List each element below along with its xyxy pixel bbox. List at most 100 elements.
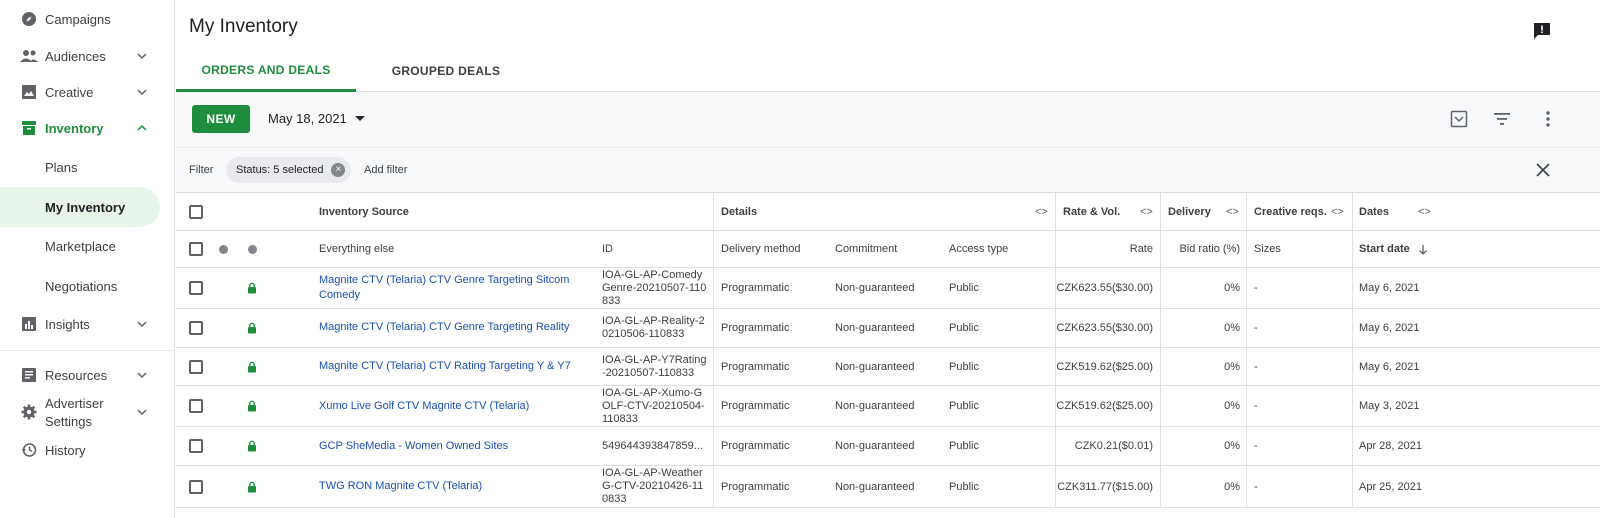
sidebar-item-campaigns[interactable]: Campaigns [0,0,160,38]
inventory-source-link[interactable]: Magnite CTV (Telaria) CTV Genre Targetin… [319,273,589,303]
new-button[interactable]: NEW [192,105,250,133]
row-checkbox[interactable] [189,399,203,413]
sidebar-item-marketplace[interactable]: Marketplace [0,226,160,266]
col-delivery-method: Delivery method [721,243,801,255]
inventory-source-link[interactable]: TWG RON Magnite CTV (Telaria) [319,479,482,494]
col-id: ID [602,243,613,255]
lock-icon [246,481,258,493]
rate: CZK623.55($30.00) [1056,321,1153,334]
sidebar-divider [0,350,175,351]
tab-bar: ORDERS AND DEALS GROUPED DEALS [176,50,1600,92]
expand-columns-icon[interactable]: <> [1226,206,1239,218]
sidebar-item-advertiser-settings[interactable]: Advertiser Settings [0,393,160,431]
table-row[interactable]: TWG RON Magnite CTV (Telaria) IOA-GL-AP-W… [176,466,1600,508]
expand-columns-icon[interactable]: <> [1418,206,1431,218]
bid-ratio: 0% [1224,282,1240,294]
row-checkbox[interactable] [189,479,203,494]
col-access-type: Access type [949,243,1009,255]
inventory-source-link[interactable]: Xumo Live Golf CTV Magnite CTV (Telaria) [319,399,529,414]
sidebar-item-insights[interactable]: Insights [0,305,160,343]
col-bid-ratio: Bid ratio (%) [1179,243,1240,255]
start-date: May 6, 2021 [1359,321,1420,334]
rate: CZK623.55($30.00) [1056,282,1153,294]
status-dot-icon [248,244,257,254]
start-date: May 6, 2021 [1359,360,1420,373]
sidebar-item-history[interactable]: History [0,431,160,469]
access-type: Public [949,400,979,412]
group-header-details: Details [721,205,758,218]
tab-grouped-deals[interactable]: GROUPED DEALS [356,50,536,92]
close-icon[interactable] [1534,161,1552,179]
chevron-down-icon[interactable] [136,50,148,62]
sizes: - [1254,480,1258,493]
delivery-method: Programmatic [721,440,790,452]
bid-ratio: 0% [1224,480,1240,493]
sidebar-item-audiences[interactable]: Audiences [0,37,160,75]
chevron-down-icon[interactable] [136,318,148,330]
sidebar-item-my-inventory[interactable]: My Inventory [0,187,160,227]
inventory-source-link[interactable]: Magnite CTV (Telaria) CTV Genre Targetin… [319,320,569,335]
more-vert-icon[interactable] [1538,109,1558,129]
col-start-date-label: Start date [1359,243,1410,255]
sidebar-item-label: Audiences [45,48,106,64]
select-all-checkbox[interactable] [189,242,203,256]
table-row[interactable]: GCP SheMedia - Women Owned Sites 54964439… [176,427,1600,466]
filter-icon[interactable] [1492,109,1512,129]
feedback-icon[interactable] [1533,22,1551,40]
table-row[interactable]: Xumo Live Golf CTV Magnite CTV (Telaria)… [176,386,1600,427]
access-type: Public [949,440,979,452]
add-filter-link[interactable]: Add filter [364,164,407,176]
inventory-id: IOA-GL-AP-Xumo-GOLF-CTV-20210504-110833 [602,386,705,425]
sidebar-item-label-line2: Settings [45,414,92,429]
chip-remove-icon[interactable]: × [331,163,346,177]
col-sizes: Sizes [1254,243,1281,255]
sidebar-item-inventory[interactable]: Inventory [0,109,160,147]
access-type: Public [949,321,979,334]
chevron-down-icon[interactable] [136,406,148,418]
table-row[interactable]: Magnite CTV (Telaria) CTV Rating Targeti… [176,348,1600,386]
sidebar-item-negotiations[interactable]: Negotiations [0,266,160,306]
delivery-method: Programmatic [721,360,790,373]
status-filter-chip[interactable]: Status: 5 selected × [226,157,352,183]
date-value: May 18, 2021 [268,111,347,126]
column-chooser-icon[interactable] [1449,109,1469,129]
sidebar-item-label: Advertiser [45,396,104,411]
inventory-id: 549644393847859... [602,439,703,452]
inventory-source-link[interactable]: GCP SheMedia - Women Owned Sites [319,439,508,454]
rate: CZK0.21($0.01) [1074,440,1153,452]
compass-icon [20,10,38,28]
table-row[interactable]: Magnite CTV (Telaria) CTV Genre Targetin… [176,308,1600,348]
row-checkbox[interactable] [189,281,203,295]
col-start-date[interactable]: Start date [1359,231,1428,267]
row-checkbox[interactable] [189,359,203,374]
expand-columns-icon[interactable]: <> [1140,206,1153,218]
access-type: Public [949,480,979,493]
expand-columns-icon[interactable]: <> [1331,206,1344,218]
date-select[interactable]: May 18, 2021 [268,111,365,126]
bid-ratio: 0% [1224,321,1240,334]
sidebar-item-creative[interactable]: Creative [0,73,160,111]
row-checkbox[interactable] [189,439,203,453]
page-title: My Inventory [189,16,298,37]
lock-icon [246,440,258,452]
chevron-down-icon[interactable] [136,86,148,98]
row-checkbox[interactable] [189,320,203,335]
chevron-up-icon[interactable] [136,122,148,134]
chevron-down-icon[interactable] [136,369,148,381]
sidebar-item-label: Creative [45,84,94,100]
sidebar-item-plans[interactable]: Plans [0,147,160,187]
tab-orders-and-deals[interactable]: ORDERS AND DEALS [176,50,356,92]
expand-columns-icon[interactable]: <> [1035,206,1048,218]
inventory-source-link[interactable]: Magnite CTV (Telaria) CTV Rating Targeti… [319,359,571,374]
col-commitment: Commitment [835,243,898,255]
sizes: - [1254,282,1258,294]
toolbar: NEW May 18, 2021 [176,92,1600,148]
start-date: May 6, 2021 [1359,282,1420,294]
commitment: Non-guaranteed [835,360,915,373]
sidebar-item-resources[interactable]: Resources [0,356,160,394]
sidebar-item-label: Inventory [45,120,104,136]
history-icon [20,441,38,459]
table-row[interactable]: Magnite CTV (Telaria) CTV Genre Targetin… [176,268,1600,309]
select-all-checkbox[interactable] [189,204,203,219]
group-header-inventory-source: Inventory Source [319,205,409,218]
